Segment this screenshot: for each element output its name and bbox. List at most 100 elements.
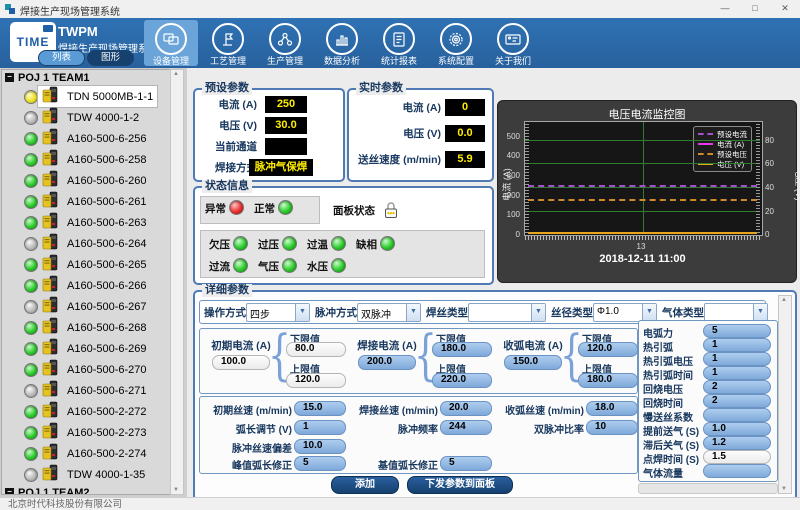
speed-value-field[interactable]: 5	[294, 456, 346, 471]
device-item[interactable]: A160-500-2-273	[2, 422, 170, 443]
detail-scrollbar[interactable]: ▲ ▼	[778, 295, 792, 494]
device-item[interactable]: TDW 4000-1-35	[2, 464, 170, 485]
side-param-field[interactable]: 1.0	[703, 422, 771, 436]
device-item[interactable]: A160-500-6-261	[2, 191, 170, 212]
fault-label: 气压	[258, 261, 279, 273]
upper-limit-field[interactable]: 220.0	[432, 373, 492, 388]
nav-item-data-analysis[interactable]: 数据分析	[315, 20, 369, 66]
device-item-label: TDW 4000-1-2	[67, 112, 139, 124]
speed-value-field[interactable]: 5	[440, 456, 492, 471]
speed-value-field[interactable]: 20.0	[440, 401, 492, 416]
side-param-field[interactable]: 1	[703, 366, 771, 380]
current-value-field[interactable]: 200.0	[358, 355, 416, 370]
send-params-button[interactable]: 下发参数到面板	[407, 476, 513, 494]
process-manage-icon	[212, 23, 244, 55]
chevron-down-icon[interactable]: ▼	[295, 304, 309, 321]
upper-limit-field[interactable]: 180.0	[578, 373, 638, 388]
side-param-field[interactable]	[703, 408, 771, 422]
lower-limit-field[interactable]: 180.0	[432, 342, 492, 357]
device-item[interactable]: A160-500-2-274	[2, 443, 170, 464]
side-param-field[interactable]: 2	[703, 380, 771, 394]
side-param-field[interactable]: 1	[703, 352, 771, 366]
minor-ticks-x	[525, 236, 760, 240]
close-button[interactable]: ✕	[770, 0, 800, 18]
device-item-label: A160-500-6-265	[67, 259, 147, 271]
dropdown-3[interactable]: ▼	[468, 303, 546, 322]
device-item[interactable]: A160-500-6-263	[2, 212, 170, 233]
dropdown-4[interactable]: Φ1.0▼	[593, 303, 657, 322]
device-item-label: A160-500-6-267	[67, 301, 147, 313]
scroll-down-icon[interactable]: ▼	[779, 486, 789, 492]
upper-limit-field[interactable]: 120.0	[286, 373, 346, 388]
welder-icon	[42, 86, 59, 108]
chevron-down-icon[interactable]: ▼	[753, 304, 767, 321]
speed-value-field[interactable]: 10.0	[294, 439, 346, 454]
device-item[interactable]: A160-500-2-272	[2, 401, 170, 422]
speed-value-field[interactable]: 1	[294, 420, 346, 435]
nav-item-system-config[interactable]: 系统配置	[429, 20, 483, 66]
side-param-field[interactable]: 1.5	[703, 450, 771, 464]
add-button[interactable]: 添加	[331, 476, 399, 494]
device-item[interactable]: A160-500-6-264	[2, 233, 170, 254]
lower-limit-field[interactable]: 120.0	[578, 342, 638, 357]
chevron-down-icon[interactable]: ▼	[406, 304, 420, 321]
param-value-display: 5.9	[445, 151, 485, 168]
tree-group-label: POJ 1 TEAM2	[18, 487, 90, 495]
right-axis-label: 电压 (V)	[793, 168, 800, 201]
app-header: TIME TWPM 焊接生产现场管理系统 列表图形 设备管理工艺管理生产管理数据…	[0, 18, 800, 68]
side-param-field[interactable]: 2	[703, 394, 771, 408]
side-param-field[interactable]: 1.2	[703, 436, 771, 450]
nav-item-process-manage[interactable]: 工艺管理	[201, 20, 255, 66]
speed-value-field[interactable]: 18.0	[586, 401, 638, 416]
device-item-body: A160-500-2-273	[38, 422, 151, 443]
chevron-down-icon[interactable]: ▼	[642, 304, 656, 321]
device-item[interactable]: TDW 4000-1-2	[2, 107, 170, 128]
nav-item-device-manage[interactable]: 设备管理	[144, 20, 198, 66]
device-item[interactable]: A160-500-6-270	[2, 359, 170, 380]
collapse-icon[interactable]: −	[5, 488, 14, 495]
device-item[interactable]: A160-500-6-269	[2, 338, 170, 359]
legend-line-sample	[698, 133, 713, 135]
device-item[interactable]: A160-500-6-271	[2, 380, 170, 401]
dropdown-label: 脉冲方式	[315, 305, 357, 320]
device-item[interactable]: A160-500-6-268	[2, 317, 170, 338]
dropdown-1[interactable]: 四步▼	[246, 303, 310, 322]
maximize-button[interactable]: □	[740, 0, 770, 18]
device-item[interactable]: TDN 5000MB-1-1	[2, 86, 170, 107]
current-value-field[interactable]: 100.0	[212, 355, 270, 370]
nav-item-statistics-report[interactable]: 统计报表	[372, 20, 426, 66]
nav-item-about-us[interactable]: 关于我们	[486, 20, 540, 66]
scroll-up-icon[interactable]: ▲	[779, 297, 789, 303]
speed-label: 初期丝速 (m/min)	[200, 402, 292, 417]
speed-value-field[interactable]: 244	[440, 420, 492, 435]
current-value-field[interactable]: 150.0	[504, 355, 562, 370]
dropdown-5[interactable]: ▼	[704, 303, 768, 322]
dropdown-2[interactable]: 双脉冲▼	[357, 303, 421, 322]
speed-value-field[interactable]: 15.0	[294, 401, 346, 416]
legend-line-sample	[698, 143, 713, 145]
device-item-label: A160-500-6-258	[67, 154, 147, 166]
lower-limit-field[interactable]: 80.0	[286, 342, 346, 357]
side-param-field[interactable]: 5	[703, 324, 771, 338]
device-item[interactable]: A160-500-6-266	[2, 275, 170, 296]
device-item[interactable]: A160-500-6-258	[2, 149, 170, 170]
nav-item-label: 工艺管理	[201, 56, 255, 66]
side-param-field[interactable]: 1	[703, 338, 771, 352]
speed-label: 基值弧长修正	[346, 457, 438, 472]
side-param-field[interactable]	[703, 464, 771, 478]
minimize-button[interactable]: —	[710, 0, 740, 18]
speed-label: 双脉冲比率	[492, 421, 584, 436]
sidebar-scrollbar[interactable]: ▲ ▼	[170, 69, 184, 495]
scroll-down-icon[interactable]: ▼	[171, 487, 181, 493]
device-item[interactable]: A160-500-6-260	[2, 170, 170, 191]
welder-icon	[42, 317, 59, 339]
device-item[interactable]: A160-500-6-267	[2, 296, 170, 317]
speed-value-field[interactable]: 10	[586, 420, 638, 435]
collapse-icon[interactable]: −	[5, 73, 14, 82]
scroll-up-icon[interactable]: ▲	[171, 71, 181, 77]
horizontal-scrollbar[interactable]	[638, 483, 778, 494]
nav-item-production-manage[interactable]: 生产管理	[258, 20, 312, 66]
chevron-down-icon[interactable]: ▼	[531, 304, 545, 321]
device-item[interactable]: A160-500-6-265	[2, 254, 170, 275]
device-item[interactable]: A160-500-6-256	[2, 128, 170, 149]
